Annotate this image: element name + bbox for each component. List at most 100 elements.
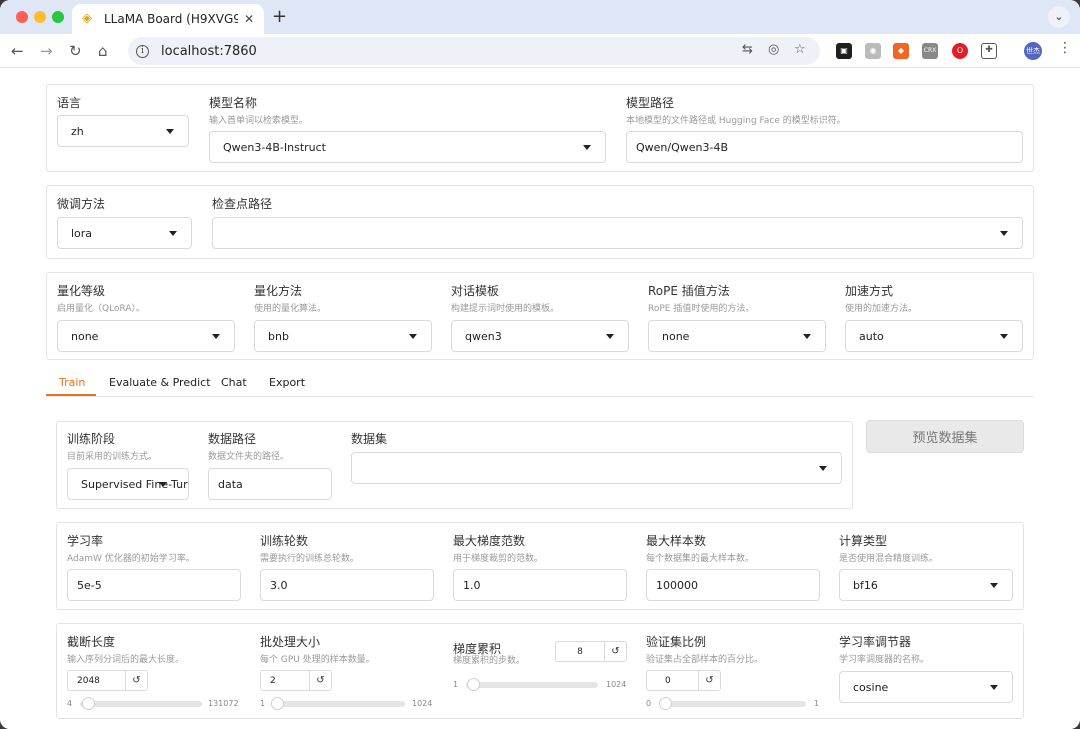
- model-name-dropdown[interactable]: Qwen3-4B-Instruct: [209, 131, 606, 163]
- stage-dropdown[interactable]: Supervised Fine-Tur: [67, 468, 189, 500]
- tab-chat[interactable]: Chat: [221, 376, 247, 389]
- extension-icon[interactable]: ▣: [836, 43, 852, 59]
- grad-accum-slider[interactable]: [466, 678, 598, 691]
- preview-dataset-button[interactable]: 预览数据集: [866, 420, 1024, 453]
- max-samples-label: 最大样本数: [646, 534, 707, 548]
- epochs-input[interactable]: 3.0: [260, 569, 434, 601]
- reset-icon[interactable]: ↺: [125, 671, 147, 690]
- rope-dropdown[interactable]: none: [648, 320, 826, 352]
- grad-norm-value: 1.0: [463, 578, 481, 592]
- puzzle-icon[interactable]: ✚: [981, 43, 997, 59]
- val-size-slider[interactable]: [659, 697, 806, 710]
- chevron-down-icon[interactable]: ⌄: [1048, 6, 1070, 28]
- tab-export[interactable]: Export: [269, 376, 305, 389]
- dataset-dropdown[interactable]: [351, 452, 842, 484]
- compute-type-hint: 是否使用混合精度训练。: [839, 554, 939, 564]
- model-path-input[interactable]: Qwen/Qwen3-4B: [626, 131, 1023, 163]
- zoom-window-icon[interactable]: [52, 11, 64, 23]
- scheduler-dropdown[interactable]: cosine: [839, 671, 1013, 703]
- batch-number[interactable]: 2 ↺: [260, 670, 332, 691]
- opera-extension-icon[interactable]: O: [952, 43, 968, 59]
- crx-extension-icon[interactable]: CRX: [922, 43, 938, 59]
- chevron-down-icon: [819, 466, 827, 471]
- address-bar[interactable]: i localhost:7860 ⇆ ◎ ☆: [128, 37, 820, 65]
- cutoff-hint: 输入序列分词后的最大长度。: [67, 655, 185, 665]
- booster-hint: 使用的加速方法。: [845, 304, 918, 314]
- lang-dropdown[interactable]: zh: [57, 115, 189, 147]
- template-dropdown[interactable]: qwen3: [451, 320, 629, 352]
- batch-slider[interactable]: [271, 697, 405, 710]
- avatar[interactable]: 世杰: [1024, 42, 1042, 60]
- epochs-hint: 需要执行的训练总轮数。: [260, 554, 360, 564]
- close-window-icon[interactable]: [16, 11, 28, 23]
- browser-toolbar: ← → ↻ ⌂ i localhost:7860 ⇆ ◎ ☆ ▣ ◉ ◆ CRX…: [0, 34, 1080, 68]
- epochs-value: 3.0: [270, 578, 288, 592]
- quant-method-label: 量化方法: [254, 284, 303, 298]
- tab-strip: ◈ LLaMA Board (H9XVG9TD99 ✕ + ⌄: [0, 0, 1080, 34]
- reload-icon[interactable]: ↻: [69, 42, 82, 60]
- lr-hint: AdamW 优化器的初始学习率。: [67, 554, 195, 564]
- cutoff-number[interactable]: 2048 ↺: [67, 670, 148, 691]
- reset-icon[interactable]: ↺: [698, 671, 720, 690]
- finetune-method-value: lora: [71, 226, 93, 240]
- tab-train[interactable]: Train: [59, 376, 85, 389]
- val-size-max: 1: [814, 699, 820, 708]
- chevron-down-icon: [409, 334, 417, 339]
- new-tab-icon[interactable]: +: [272, 6, 287, 27]
- slider-thumb[interactable]: [466, 678, 480, 691]
- extension-icon[interactable]: ◆: [893, 43, 909, 59]
- chevron-down-icon: [1000, 334, 1008, 339]
- rope-label: RoPE 插值方法: [648, 284, 730, 298]
- lr-value: 5e-5: [77, 578, 102, 592]
- extension-icon[interactable]: ◉: [865, 43, 881, 59]
- compute-type-label: 计算类型: [839, 534, 888, 548]
- val-size-number[interactable]: 0 ↺: [646, 670, 721, 691]
- dataset-dir-label: 数据路径: [208, 432, 257, 446]
- cutoff-label: 截断长度: [67, 635, 116, 649]
- checkpoint-dropdown[interactable]: [212, 217, 1023, 249]
- page-content: 语言 zh 模型名称 输入首单词以检索模型。 Qwen3-4B-Instruct…: [0, 68, 1080, 729]
- tab-evaluate-predict[interactable]: Evaluate & Predict: [109, 376, 211, 389]
- quant-level-dropdown[interactable]: none: [57, 320, 235, 352]
- grad-norm-input[interactable]: 1.0: [453, 569, 627, 601]
- browser-tab[interactable]: ◈ LLaMA Board (H9XVG9TD99 ✕: [72, 4, 264, 34]
- cutoff-slider[interactable]: [80, 697, 202, 710]
- kebab-menu-icon[interactable]: ⋮: [1058, 40, 1072, 56]
- scheduler-label: 学习率调节器: [839, 635, 912, 649]
- grad-accum-hint: 梯度累积的步数。: [453, 656, 526, 666]
- bookmark-star-icon[interactable]: ☆: [794, 42, 806, 57]
- booster-dropdown[interactable]: auto: [845, 320, 1023, 352]
- model-path-label: 模型路径: [626, 96, 675, 110]
- max-samples-input[interactable]: 100000: [646, 569, 820, 601]
- dataset-dir-input[interactable]: data: [208, 468, 332, 500]
- chevron-down-icon: [583, 145, 591, 150]
- model-path-hint: 本地模型的文件路径或 Hugging Face 的模型标识符。: [626, 116, 846, 126]
- slider-thumb[interactable]: [659, 697, 672, 710]
- site-info-icon[interactable]: i: [136, 44, 149, 58]
- grad-accum-value: 8: [577, 646, 583, 657]
- translate-icon[interactable]: ⇆: [742, 42, 753, 57]
- lr-input[interactable]: 5e-5: [67, 569, 241, 601]
- cutoff-min: 4: [67, 699, 73, 708]
- forward-icon[interactable]: →: [40, 42, 53, 60]
- batch-value: 2: [270, 675, 276, 686]
- home-icon[interactable]: ⌂: [98, 42, 108, 60]
- slider-thumb[interactable]: [81, 697, 95, 710]
- back-icon[interactable]: ←: [11, 42, 24, 60]
- compute-type-dropdown[interactable]: bf16: [839, 569, 1013, 601]
- booster-value: auto: [859, 329, 884, 343]
- finetune-method-dropdown[interactable]: lora: [57, 217, 192, 249]
- eye-off-icon[interactable]: ◎: [768, 42, 779, 57]
- batch-label: 批处理大小: [260, 635, 321, 649]
- reset-icon[interactable]: ↺: [309, 671, 331, 690]
- cutoff-value: 2048: [77, 675, 100, 686]
- minimize-window-icon[interactable]: [34, 11, 46, 23]
- quant-method-dropdown[interactable]: bnb: [254, 320, 432, 352]
- close-tab-icon[interactable]: ✕: [244, 12, 254, 26]
- grad-accum-number[interactable]: 8 ↺: [555, 641, 627, 662]
- browser-window: ◈ LLaMA Board (H9XVG9TD99 ✕ + ⌄ ← → ↻ ⌂ …: [0, 0, 1080, 729]
- val-size-hint: 验证集占全部样本的百分比。: [646, 655, 764, 665]
- lang-label: 语言: [57, 96, 82, 110]
- reset-icon[interactable]: ↺: [604, 642, 626, 661]
- val-size-min: 0: [646, 699, 652, 708]
